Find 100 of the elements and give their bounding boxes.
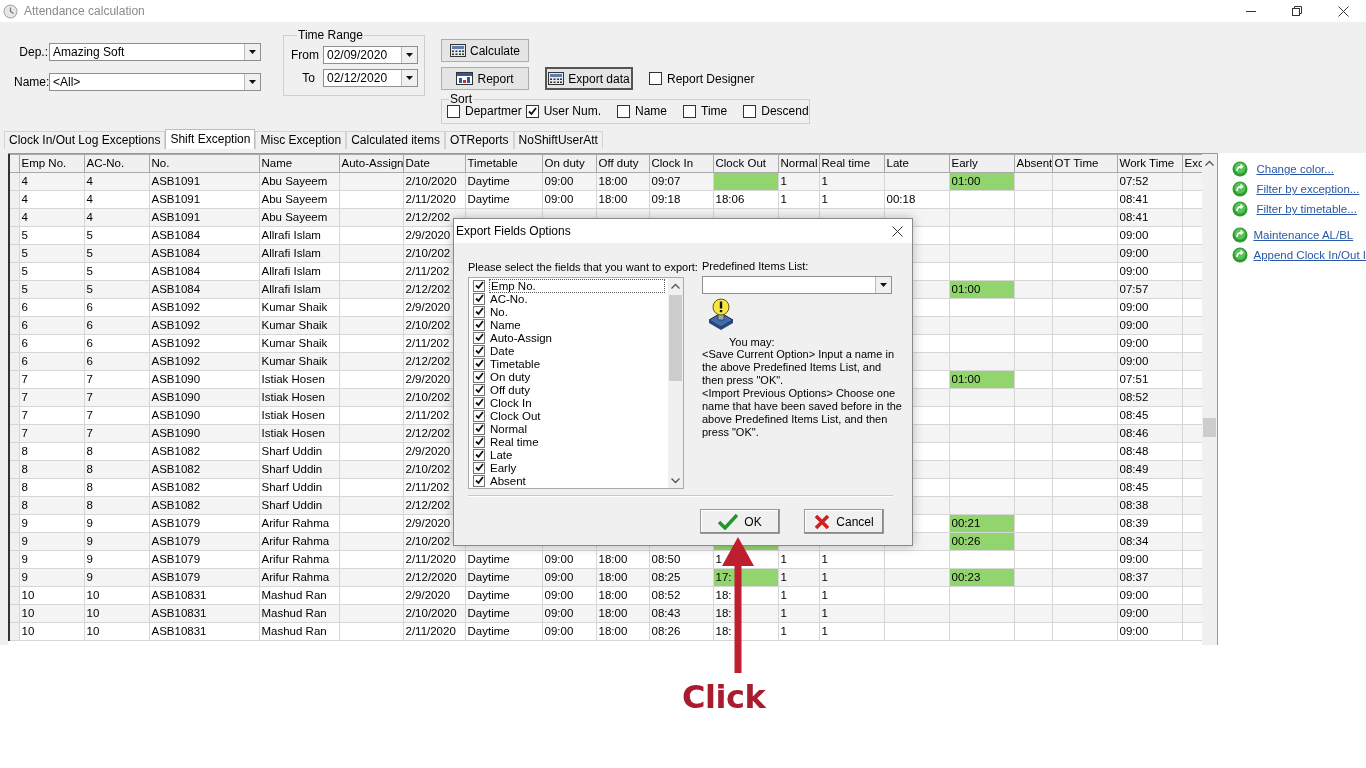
row-header[interactable] [9,550,19,569]
scrollbar[interactable] [668,278,683,488]
column-header[interactable]: OT Time [1052,154,1117,173]
checkbox[interactable] [473,305,485,318]
row-header[interactable] [9,208,19,227]
link[interactable]: Filter by exception... [1256,183,1360,195]
checkbox[interactable] [473,318,485,331]
link[interactable]: Filter by timetable... [1256,203,1357,215]
dropdown-field[interactable]: Amazing Soft [49,43,261,61]
checkbox[interactable] [743,104,757,118]
cancel-button[interactable]: Cancel [804,509,884,534]
list-item[interactable]: Off duty [489,383,532,396]
tab[interactable]: NoShiftUserAtt [513,131,603,149]
checkbox[interactable] [473,370,485,383]
row-header[interactable] [9,226,19,245]
checkbox[interactable] [473,474,485,487]
checkbox[interactable] [649,72,662,85]
checkbox[interactable] [473,422,485,435]
button[interactable]: Calculate [441,39,529,62]
list-item[interactable]: Late [489,448,514,461]
button[interactable]: Report [441,67,529,90]
checkbox[interactable] [473,435,485,448]
column-header[interactable]: Off duty [596,154,649,173]
column-header[interactable]: Real time [819,154,884,173]
row-header[interactable] [9,604,19,623]
checkbox[interactable] [473,383,485,396]
checkbox[interactable] [473,461,485,474]
checkbox[interactable] [473,409,485,422]
dropdown-field[interactable] [702,276,892,294]
list-item[interactable]: Clock Out [489,409,542,422]
link[interactable]: Maintenance AL/BL [1253,229,1354,241]
row-header[interactable] [9,280,19,299]
row-header[interactable] [9,370,19,389]
row-header[interactable] [9,496,19,515]
list-item[interactable]: Early [489,461,518,474]
scrollbar-thumb[interactable] [1203,418,1217,437]
column-header[interactable]: Auto-Assign [339,154,403,173]
list-item[interactable]: Emp No. [489,278,665,293]
list-item[interactable]: Date [489,344,516,357]
list-item[interactable]: Timetable [489,357,542,370]
list-item[interactable]: Name [489,318,522,331]
checkbox[interactable] [473,279,485,292]
checkbox[interactable] [683,104,697,118]
column-header[interactable]: Clock Out [713,154,778,173]
tab[interactable]: Misc Exception [255,131,347,149]
column-header[interactable]: Date [403,154,465,173]
list-item[interactable]: On duty [489,370,532,383]
row-header[interactable] [9,622,19,641]
checkbox[interactable] [617,104,631,118]
list-item[interactable]: Normal [489,422,529,435]
column-header[interactable]: Early [949,154,1014,173]
list-item[interactable]: Clock In [489,396,533,409]
link[interactable]: Change color... [1256,163,1334,175]
checkbox[interactable] [473,344,485,357]
column-header[interactable]: Late [884,154,949,173]
list-item[interactable]: Auto-Assign [489,331,553,344]
ok-button[interactable]: OK [700,509,780,534]
column-header[interactable]: Name [259,154,339,173]
checkbox[interactable] [473,396,485,409]
row-header[interactable] [9,532,19,551]
list-item[interactable]: Real time [489,435,540,448]
tab[interactable]: OTReports [444,131,514,149]
checkbox[interactable] [473,357,485,370]
row-header[interactable] [9,190,19,209]
checkbox[interactable] [447,104,460,118]
row-header[interactable] [9,442,19,461]
row-header[interactable] [9,514,19,533]
tab[interactable]: Shift Exception [165,129,256,149]
row-header[interactable] [9,478,19,497]
column-header[interactable]: Timetable [465,154,542,173]
row-header[interactable] [9,352,19,371]
column-header[interactable]: Emp No. [19,154,84,173]
row-header[interactable] [9,262,19,281]
row-header[interactable] [9,460,19,479]
row-header[interactable] [9,316,19,335]
checkbox[interactable] [473,331,485,344]
link[interactable]: Append Clock In/Out I [1253,249,1366,261]
list-item[interactable]: AC-No. [489,292,529,305]
list-item[interactable]: Absent [489,474,527,487]
row-header[interactable] [9,424,19,443]
column-header[interactable]: Exc [1182,154,1203,173]
row-header[interactable] [9,172,19,191]
row-header[interactable] [9,298,19,317]
dropdown-field[interactable]: <All> [49,73,261,91]
dropdown-field[interactable]: 02/09/2020 [323,46,418,64]
row-header[interactable] [9,334,19,353]
row-header[interactable] [9,568,19,587]
column-header[interactable]: Clock In [649,154,713,173]
column-header[interactable]: No. [149,154,259,173]
row-header[interactable] [9,244,19,263]
row-header[interactable] [9,406,19,425]
tab[interactable]: Clock In/Out Log Exceptions [4,131,166,149]
column-header[interactable]: Work Time [1117,154,1182,173]
column-header[interactable]: AC-No. [84,154,149,173]
button[interactable]: Export data [545,67,633,90]
row-header[interactable] [9,388,19,407]
checkbox[interactable] [525,104,539,118]
row-header[interactable] [9,586,19,605]
dropdown-field[interactable]: 02/12/2020 [323,69,418,87]
column-header[interactable]: On duty [542,154,596,173]
